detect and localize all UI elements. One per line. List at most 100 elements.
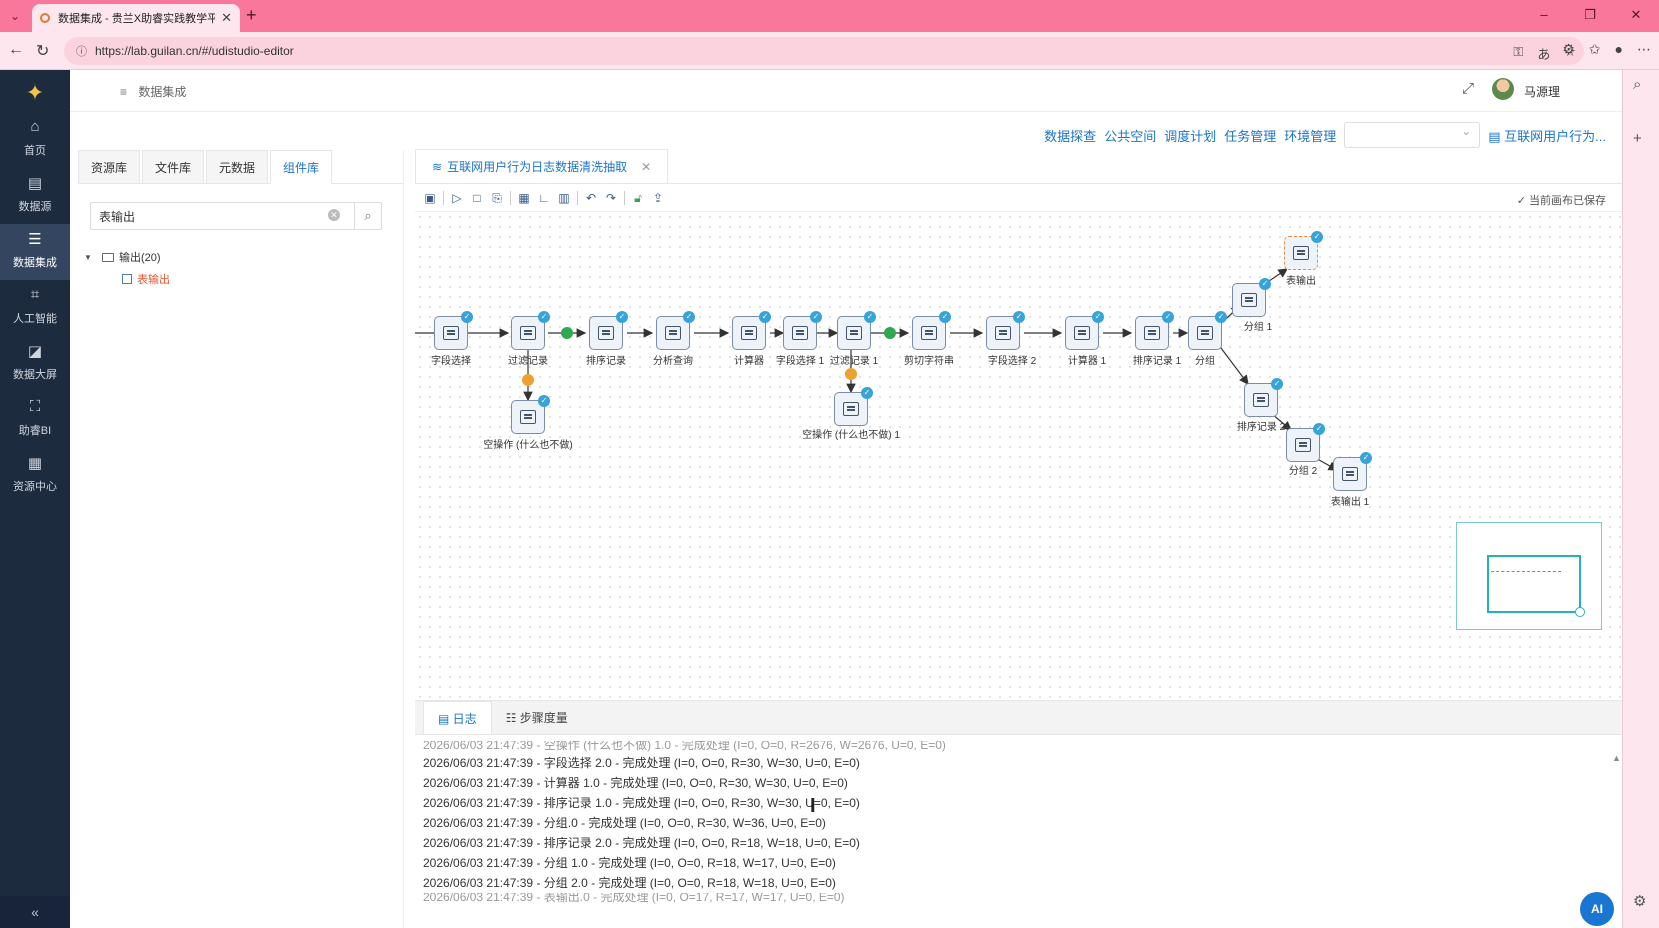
save-icon[interactable]: ▣: [423, 191, 437, 205]
close-window-icon[interactable]: ✕: [1613, 0, 1659, 32]
align-icon[interactable]: ∟: [537, 191, 551, 205]
canvas-minimap[interactable]: [1456, 522, 1602, 630]
bi-icon: ⛶: [29, 398, 41, 415]
password-key-icon[interactable]: ⚿: [1513, 44, 1523, 63]
menu-icon[interactable]: ≡: [120, 85, 127, 99]
run-icon[interactable]: ▷: [450, 191, 464, 205]
step-node[interactable]: ✓: [511, 311, 550, 350]
log-line: 2026/06/03 21:47:39 - 表输出.0 - 完成处理 (I=0,…: [423, 893, 845, 904]
stop-icon[interactable]: □: [470, 191, 484, 205]
search-icon[interactable]: ⌕: [1633, 76, 1641, 93]
tab-log[interactable]: ▤ 日志: [423, 701, 492, 734]
scroll-up-icon[interactable]: ▲: [1612, 753, 1622, 763]
sidebar-item-ai[interactable]: ⌗ 人工智能: [0, 280, 70, 336]
step-label: 过滤记录 1: [829, 356, 879, 367]
tab-components[interactable]: 组件库: [270, 150, 333, 184]
sidebar-item-integration[interactable]: ☰ 数据集成: [0, 224, 70, 280]
restore-icon[interactable]: ❐: [1567, 0, 1613, 32]
nav-env-management[interactable]: 环境管理: [1284, 126, 1336, 145]
sidebar-item-bi[interactable]: ⛶ 助睿BI: [0, 392, 70, 448]
sidebar-item-home[interactable]: ⌂ 首页: [0, 112, 70, 168]
step-node[interactable]: ✓: [1188, 311, 1227, 350]
step-node[interactable]: ✓: [1065, 311, 1104, 350]
database-icon: ▤: [27, 175, 43, 192]
step-node[interactable]: ✓: [1333, 452, 1372, 491]
tab-files[interactable]: 文件库: [142, 150, 205, 183]
browser-tab-active[interactable]: 数据集成 - 贵兰X助睿实践教学平台 ✕: [32, 4, 240, 32]
step-node[interactable]: ✓: [834, 387, 873, 426]
ai-assistant-button[interactable]: AI: [1580, 892, 1614, 926]
nav-task-management[interactable]: 任务管理: [1224, 126, 1276, 145]
tree-item-table-output[interactable]: 表输出: [84, 268, 170, 290]
editor-toolbar: ▣ ▷ □ ⎘ ▦ ∟ ▥ ↶ ↷ 🔓︎ ⇪: [415, 184, 1622, 212]
sidebar-item-resources[interactable]: ▦ 资源中心: [0, 448, 70, 504]
upload-icon[interactable]: ⇪: [651, 191, 665, 205]
profile-icon[interactable]: ●: [1615, 41, 1623, 58]
site-info-icon[interactable]: ⓘ: [76, 43, 87, 59]
back-icon[interactable]: ←: [8, 41, 24, 59]
flow-canvas[interactable]: ✓ 字段选择 ✓ 过滤记录 ✓ 排序记录 ✓ 分析查询 ✓ 计算器 ✓ 字段选择…: [415, 212, 1622, 700]
settings-gear-icon[interactable]: ⚙: [1633, 892, 1646, 910]
tab-list-chevron-icon[interactable]: ⌄: [4, 6, 26, 26]
tab-repository[interactable]: 资源库: [78, 150, 141, 183]
tab-metadata[interactable]: 元数据: [206, 150, 269, 183]
grid-icon[interactable]: ▦: [517, 191, 531, 205]
avatar[interactable]: [1492, 78, 1514, 100]
step-node-selected[interactable]: ✓: [1284, 231, 1323, 270]
search-input[interactable]: [90, 202, 354, 230]
step-node[interactable]: ✓: [1135, 311, 1174, 350]
undo-icon[interactable]: ↶: [584, 191, 598, 205]
editor-tab-close-icon[interactable]: ✕: [641, 160, 651, 174]
nav-data-explore[interactable]: 数据探查: [1044, 126, 1096, 145]
step-node[interactable]: ✓: [1244, 378, 1283, 417]
step-label: 表输出: [1286, 276, 1316, 287]
minimize-icon[interactable]: –: [1521, 0, 1567, 32]
nav-public-space[interactable]: 公共空间: [1104, 126, 1156, 145]
step-node[interactable]: ✓: [912, 311, 951, 350]
url-field[interactable]: ⓘ https://lab.guilan.cn/#/udistudio-edit…: [64, 37, 1584, 65]
environment-select[interactable]: [1344, 122, 1481, 148]
new-tab-button[interactable]: +: [246, 5, 257, 26]
add-icon[interactable]: +: [1633, 130, 1642, 147]
redo-icon[interactable]: ↷: [604, 191, 618, 205]
clear-icon[interactable]: ✕: [328, 209, 340, 221]
step-label: 表输出 1: [1330, 497, 1370, 508]
username[interactable]: 马源理: [1524, 83, 1560, 100]
step-node[interactable]: ✓: [732, 311, 771, 350]
reload-icon[interactable]: ↻: [36, 41, 49, 61]
editor-tab-flow[interactable]: ≋ 互联网用户行为日志数据清洗抽取 ✕: [415, 149, 669, 183]
distribute-icon[interactable]: ▥: [557, 191, 571, 205]
unlock-icon[interactable]: 🔓︎: [631, 191, 645, 205]
tree-folder-output[interactable]: ▼ 输出(20): [84, 246, 170, 268]
step-node[interactable]: ✓: [511, 395, 550, 434]
translate-icon[interactable]: あ: [1537, 44, 1550, 63]
sidebar-item-datasource[interactable]: ▤ 数据源: [0, 168, 70, 224]
preview-icon[interactable]: ⎘: [490, 191, 504, 205]
favorites-icon[interactable]: ✩: [1589, 41, 1601, 58]
step-node[interactable]: ✓: [434, 311, 473, 350]
tab-step-metrics[interactable]: ☷ 步骤度量: [492, 701, 582, 734]
nav-schedule[interactable]: 调度计划: [1164, 126, 1216, 145]
browser-side-rail: ⌕ + ⚙: [1622, 70, 1659, 928]
caret-down-icon[interactable]: ▼: [84, 253, 96, 262]
more-menu-icon[interactable]: ⋯: [1637, 41, 1651, 58]
sidebar-collapse-button[interactable]: «: [0, 896, 70, 928]
workspace-link[interactable]: ▤ 互联网用户行为...: [1488, 126, 1606, 145]
step-node[interactable]: ✓: [986, 311, 1025, 350]
sidebar-item-dashboard[interactable]: ◪ 数据大屏: [0, 336, 70, 392]
step-node[interactable]: ✓: [1232, 278, 1271, 317]
step-node[interactable]: ✓: [783, 311, 822, 350]
step-node[interactable]: ✓: [656, 311, 695, 350]
step-node[interactable]: ✓: [837, 311, 876, 350]
step-node[interactable]: ✓: [1286, 423, 1325, 462]
toolbar-divider: [443, 190, 444, 205]
tab-close-icon[interactable]: ✕: [221, 10, 232, 26]
component-search: ✕ ⌕: [90, 202, 382, 230]
fullscreen-icon[interactable]: ⤢: [1462, 80, 1474, 97]
step-label: 字段选择 2: [987, 356, 1037, 367]
minimap-viewport[interactable]: [1487, 555, 1585, 617]
extensions-icon[interactable]: ⚙: [1562, 41, 1575, 58]
step-node[interactable]: ✓: [589, 311, 628, 350]
search-icon[interactable]: ⌕: [354, 202, 382, 230]
window-controls: – ❐ ✕: [1521, 0, 1659, 32]
